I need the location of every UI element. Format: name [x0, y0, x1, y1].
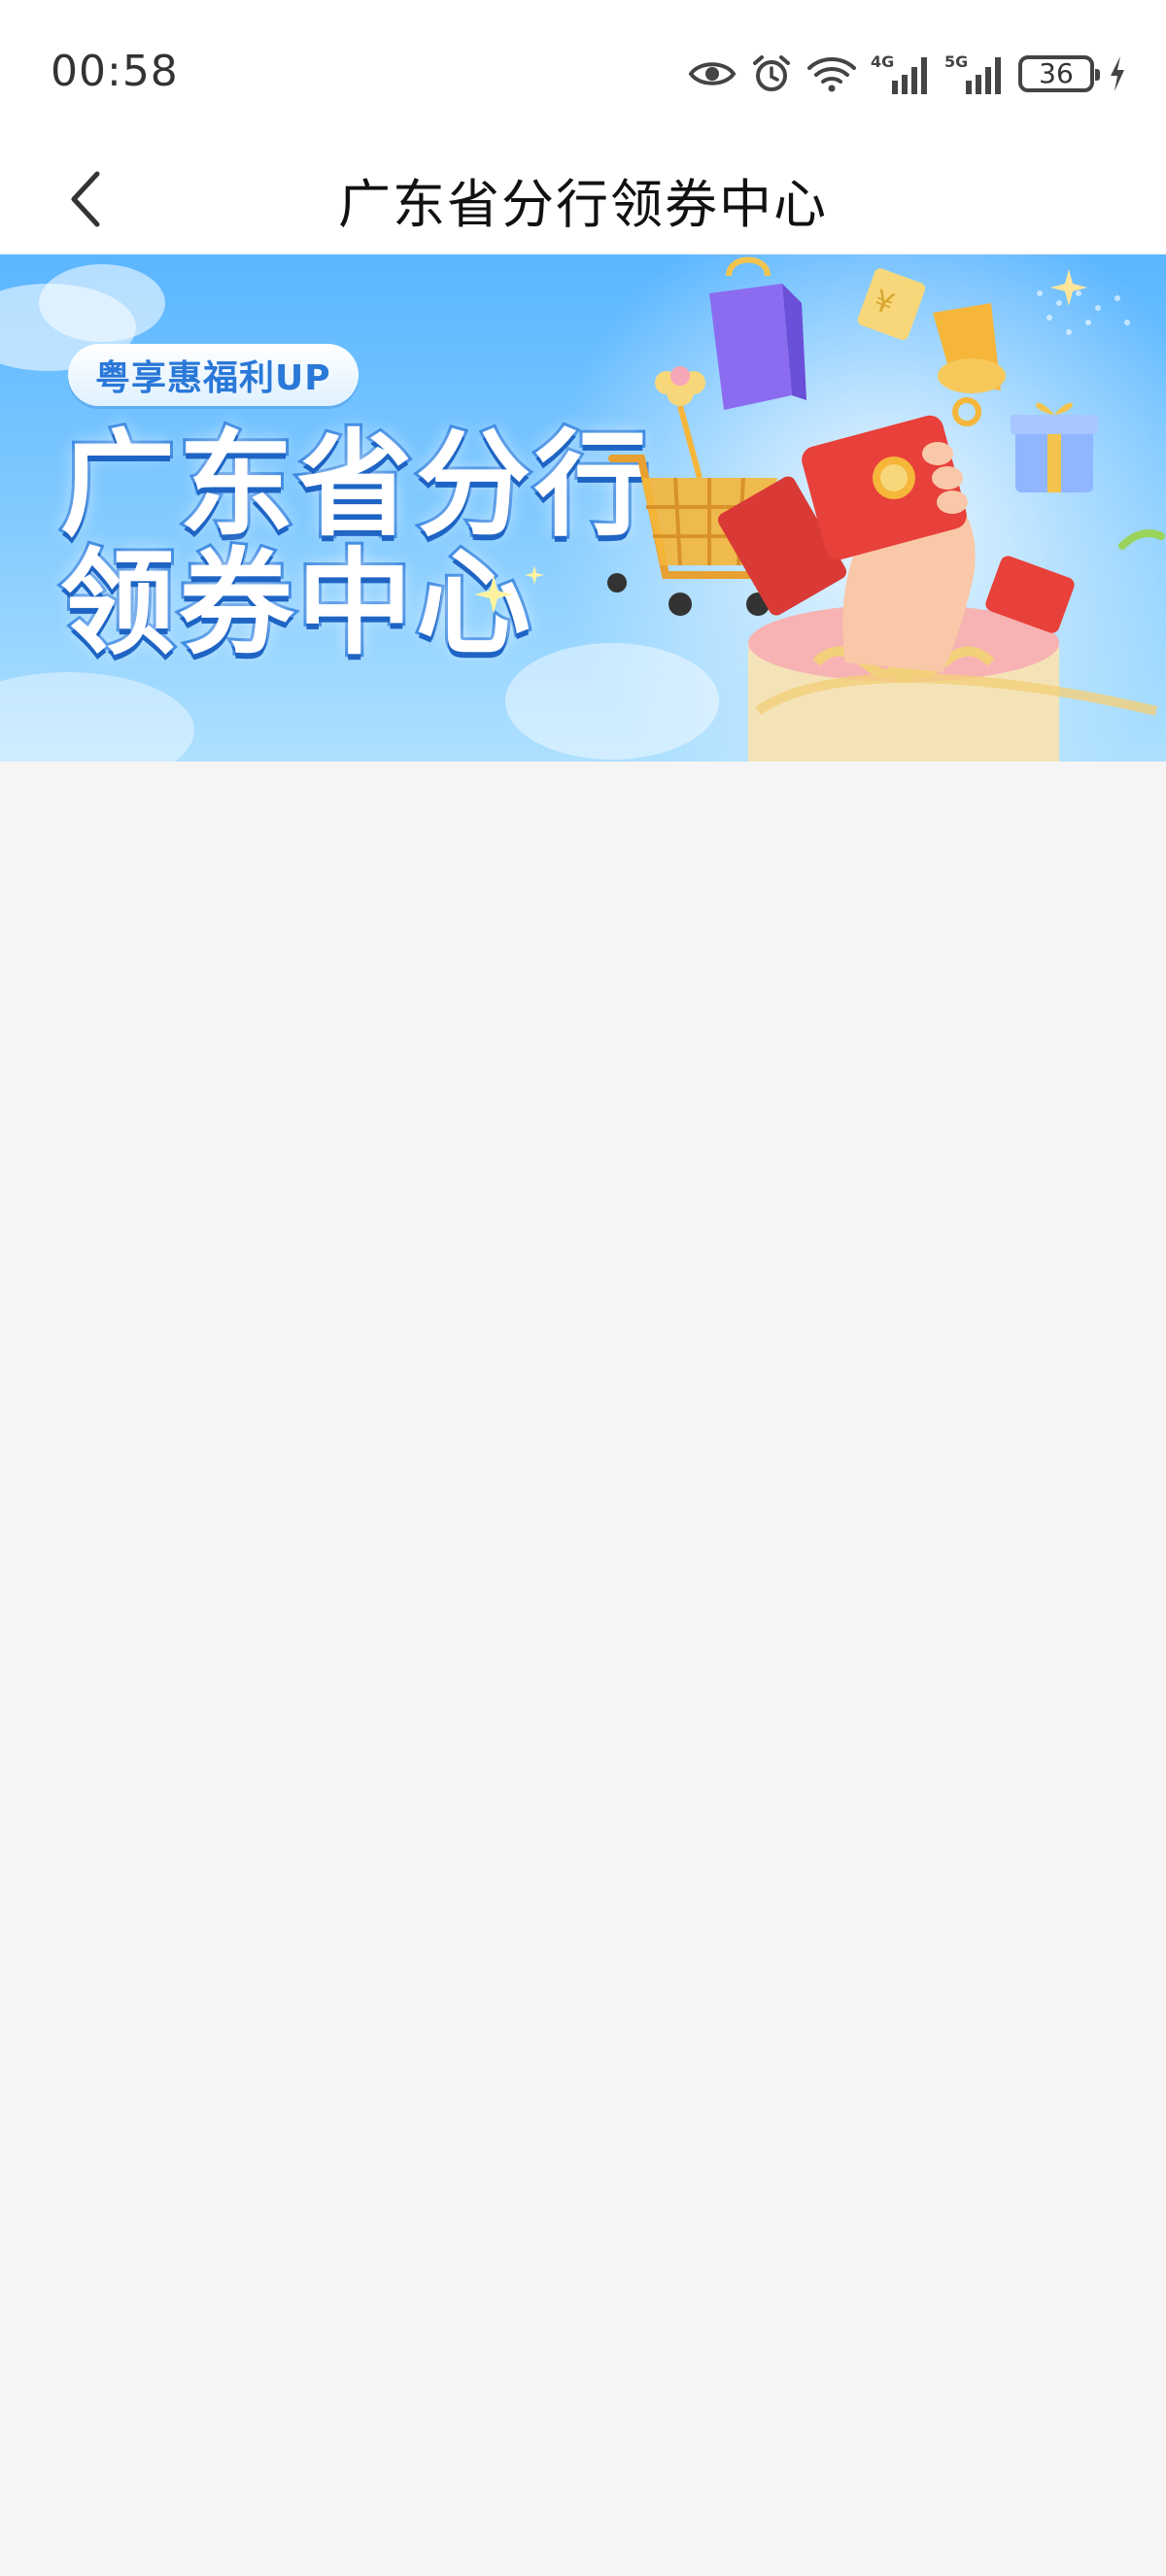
page-title: 广东省分行领券中心	[338, 173, 828, 235]
banner-tag: 粤享惠福利UP	[68, 344, 359, 406]
status-time: 00:58	[51, 47, 179, 96]
network-1-label: 4G	[871, 52, 894, 71]
nav-bar: 广东省分行领券中心	[0, 146, 1166, 253]
ticket-icon: ¥	[857, 268, 926, 341]
gift-box-icon	[1011, 402, 1098, 492]
banner-title-line2: 领券中心	[57, 536, 535, 670]
battery-level: 36	[1039, 57, 1074, 89]
charging-icon	[1108, 54, 1127, 93]
status-icons: 4G 5G 36	[688, 47, 1127, 101]
alarm-icon	[750, 52, 793, 95]
sparkle-icon	[525, 565, 544, 585]
cloud-decoration	[39, 264, 165, 342]
shopping-bag-icon	[709, 256, 806, 410]
flower-icon	[655, 366, 705, 479]
cloud-decoration	[0, 672, 194, 762]
chevron-left-icon	[71, 171, 100, 227]
app-screen: 00:58 4G 5G 36 广东省分行领券中心 粤享惠福利UP 广东省分行 领…	[0, 0, 1166, 2576]
banner-tag-text: 粤享惠福利UP	[95, 358, 331, 398]
gift-illustration: ¥	[607, 256, 1165, 762]
megaphone-icon	[933, 303, 1006, 426]
sparkle-icon	[474, 575, 513, 614]
banner-title-line1: 广东省分行	[57, 418, 654, 552]
eye-icon	[688, 57, 737, 90]
status-bar: 00:58 4G 5G 36	[0, 0, 1166, 146]
battery-icon: 36	[1018, 55, 1100, 92]
promo-banner[interactable]: 粤享惠福利UP 广东省分行 领券中心 ¥	[0, 254, 1166, 762]
coupon-content-area	[0, 762, 1166, 2576]
network-2-label: 5G	[944, 52, 968, 71]
back-button[interactable]	[58, 171, 113, 227]
signal-4g-icon: 4G	[871, 51, 931, 96]
wifi-icon	[806, 54, 857, 93]
signal-5g-icon: 5G	[944, 51, 1005, 96]
